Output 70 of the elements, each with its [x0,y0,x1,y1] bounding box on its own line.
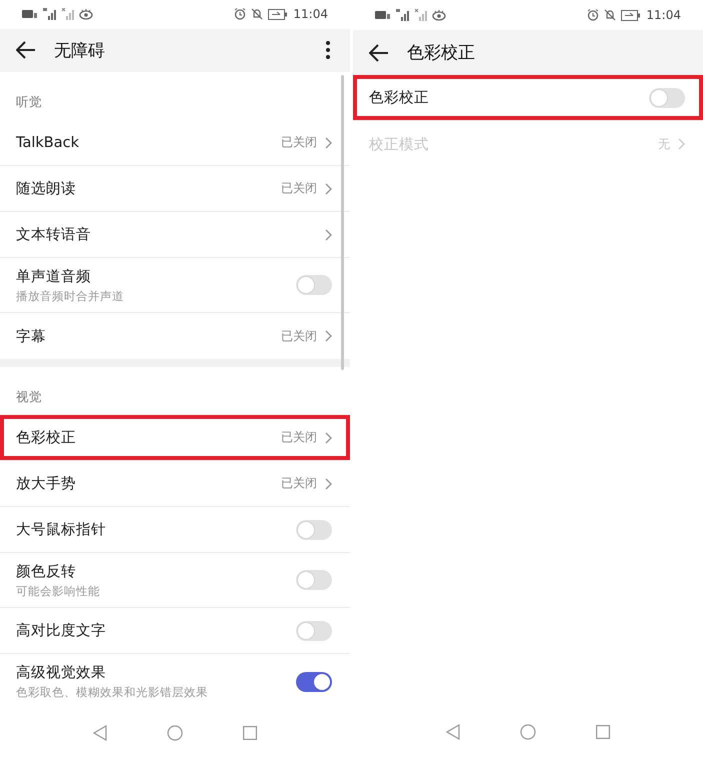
clock-time: 11:04 [293,7,328,22]
page-title: 色彩校正 [407,42,476,64]
chevron-right-icon [325,182,332,194]
section-heading: 视觉 [15,388,43,406]
alarm-icon [587,9,600,21]
toggle-switch[interactable] [296,570,332,590]
setting-label: 高对比度文字 [16,622,107,640]
setting-label: 字幕 [16,328,47,346]
home-nav-icon[interactable] [520,724,536,740]
setting-description: 可能会影响性能 [16,584,101,598]
setting-row[interactable]: 色彩校正 已关闭 [0,415,350,461]
setting-row[interactable]: 大号鼠标指针 [0,507,350,553]
back-nav-icon[interactable] [446,724,460,740]
signal-icon [62,8,74,20]
setting-label: 色彩校正 [16,429,77,447]
setting-row[interactable]: 字幕 已关闭 [0,313,350,359]
chevron-right-icon [325,136,332,148]
back-arrow-icon[interactable] [16,41,36,60]
chevron-right-icon [325,228,332,240]
setting-label: 文本转语音 [16,226,92,244]
back-arrow-icon[interactable] [369,44,389,62]
chevron-right-icon [325,432,332,444]
toggle-switch[interactable] [649,88,685,108]
status-text: 无 [658,136,670,152]
more-options-icon[interactable] [326,41,330,60]
status-text: 已关闭 [281,180,317,197]
battery-icon [621,10,642,20]
setting-row[interactable]: 放大手势 已关闭 [0,461,350,507]
battery-icon [268,8,288,20]
eye-icon [79,8,93,20]
chevron-right-icon [678,138,685,150]
setting-label: 单声道音频 [16,268,92,286]
signal-icon [43,8,57,20]
chevron-right-icon [325,330,332,342]
setting-label: 随选朗读 [16,180,77,198]
status-text: 已关闭 [281,134,317,151]
status-text: 已关闭 [281,429,317,446]
status-text: 已关闭 [281,475,317,492]
setting-description: 播放音频时合并声道 [16,288,125,304]
section-heading: 听觉 [15,93,43,111]
toggle-switch[interactable] [296,620,332,640]
recents-nav-icon[interactable] [243,726,257,740]
signal-icon [396,9,410,21]
setting-label: TalkBack [16,134,80,150]
setting-description: 色彩取色、模糊效果和光影错层效果 [16,685,209,700]
setting-label: 放大手势 [16,474,77,493]
clock-time: 11:04 [646,8,681,22]
back-nav-icon[interactable] [93,725,107,741]
setting-label: 大号鼠标指针 [16,521,107,539]
setting-label: 高级视觉效果 [16,664,107,682]
chevron-right-icon [325,478,332,490]
setting-row[interactable]: 颜色反转 可能会影响性能 [0,553,350,608]
toggle-switch[interactable] [296,672,332,692]
status-text: 已关闭 [281,328,317,344]
bell-muted-icon [251,8,264,20]
toggle-switch[interactable] [296,520,332,540]
setting-row[interactable]: 高对比度文字 [0,608,350,654]
setting-label: 颜色反转 [16,562,77,580]
signal-icon [415,9,427,21]
setting-row[interactable]: 高级视觉效果 色彩取色、模糊效果和光影错层效果 [0,654,350,709]
eye-icon [432,9,446,21]
home-nav-icon[interactable] [167,725,183,741]
bell-muted-icon [604,9,616,21]
alarm-icon [234,8,246,20]
setting-label: 校正模式 [369,136,430,154]
recents-nav-icon[interactable] [596,725,610,739]
setting-label: 色彩校正 [369,89,430,107]
page-title: 无障碍 [54,40,106,62]
setting-row[interactable]: 色彩校正 [353,75,703,121]
toggle-switch[interactable] [296,275,332,295]
